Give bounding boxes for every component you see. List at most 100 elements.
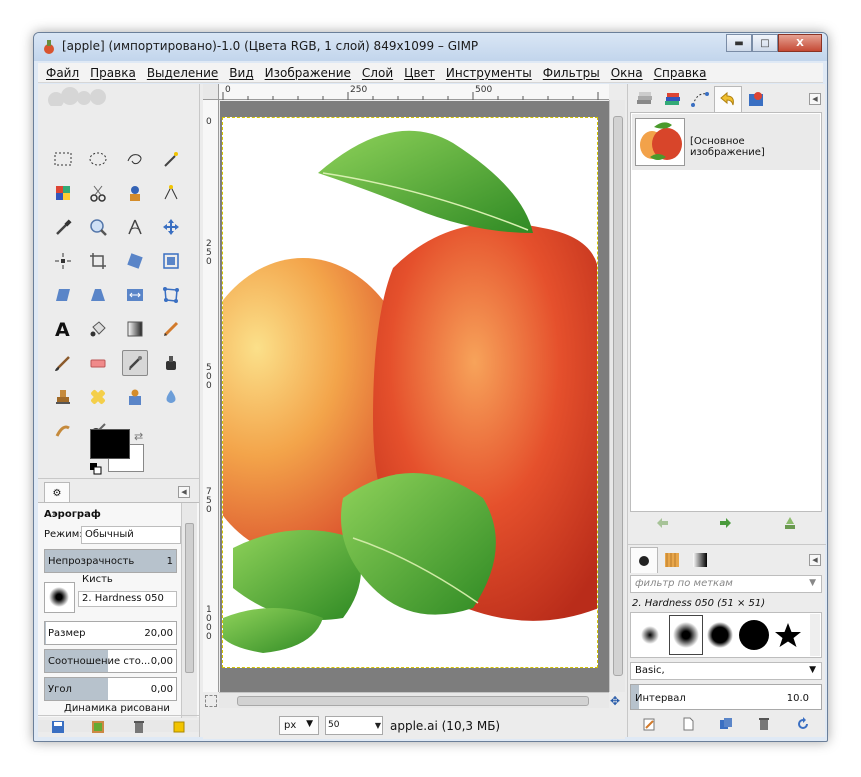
canvas-horizontal-scrollbar[interactable] bbox=[219, 692, 609, 708]
refresh-brushes-icon[interactable] bbox=[795, 716, 811, 732]
undo-history-tab-icon[interactable] bbox=[714, 86, 742, 112]
color-picker-tool-icon[interactable] bbox=[50, 214, 76, 240]
tool-options-scrollbar[interactable] bbox=[181, 503, 197, 718]
brush-item-star[interactable] bbox=[771, 615, 805, 655]
minimize-button[interactable]: ▬ bbox=[726, 34, 752, 52]
vertical-ruler[interactable]: 0 2 5 0 5 0 0 7 5 0 1 0 0 0 bbox=[203, 100, 219, 692]
pencil-tool-icon[interactable] bbox=[158, 316, 184, 342]
menu-select[interactable]: Выделение bbox=[147, 66, 218, 80]
ink-tool-icon[interactable] bbox=[158, 350, 184, 376]
crop-tool-icon[interactable] bbox=[85, 248, 111, 274]
mode-select[interactable]: Обычный bbox=[81, 526, 181, 544]
menu-view[interactable]: Вид bbox=[229, 66, 253, 80]
image-canvas[interactable] bbox=[222, 117, 598, 668]
unit-select[interactable]: px ▼ bbox=[279, 716, 319, 735]
move-tool-icon[interactable] bbox=[158, 214, 184, 240]
menu-layer[interactable]: Слой bbox=[362, 66, 393, 80]
default-colors-icon[interactable] bbox=[90, 463, 102, 475]
rotate-tool-icon[interactable] bbox=[122, 248, 148, 274]
paths-tool-icon[interactable] bbox=[158, 180, 184, 206]
menu-tools[interactable]: Инструменты bbox=[446, 66, 532, 80]
spacing-slider[interactable]: Интервал 10.0 bbox=[630, 684, 822, 710]
zoom-tool-icon[interactable] bbox=[85, 214, 111, 240]
brush-tag-select[interactable]: Basic, ▼ bbox=[630, 662, 822, 680]
canvas-vertical-scrollbar[interactable] bbox=[609, 100, 625, 692]
gradients-tab-icon[interactable] bbox=[686, 547, 714, 573]
foreground-color-swatch-top[interactable] bbox=[90, 429, 130, 459]
tool-options-scroll-thumb[interactable] bbox=[185, 523, 194, 673]
edit-brush-icon[interactable] bbox=[641, 716, 657, 732]
brushes-menu-icon[interactable]: ◀ bbox=[809, 554, 821, 566]
canvas-vscroll-thumb[interactable] bbox=[613, 116, 623, 676]
smudge-tool-icon[interactable] bbox=[50, 418, 76, 444]
brush-name-field[interactable]: 2. Hardness 050 bbox=[78, 591, 177, 607]
brushes-grid[interactable] bbox=[630, 612, 822, 658]
undo-history-list[interactable]: [Основное изображение] bbox=[630, 112, 822, 512]
menu-filters[interactable]: Фильтры bbox=[543, 66, 600, 80]
duplicate-brush-icon[interactable] bbox=[718, 716, 734, 732]
zoom-dropdown-icon[interactable]: ▼ bbox=[373, 716, 383, 735]
ruler-corner-menu[interactable] bbox=[203, 84, 219, 100]
free-select-tool-icon[interactable] bbox=[122, 146, 148, 172]
reset-options-icon[interactable] bbox=[171, 719, 187, 735]
angle-slider[interactable]: Угол 0,00 bbox=[44, 677, 177, 701]
ellipse-select-tool-icon[interactable] bbox=[85, 146, 111, 172]
perspective-clone-tool-icon[interactable] bbox=[122, 384, 148, 410]
measure-tool-icon[interactable] bbox=[122, 214, 148, 240]
brush-item[interactable] bbox=[703, 615, 737, 655]
restore-options-icon[interactable] bbox=[90, 719, 106, 735]
menu-windows[interactable]: Окна bbox=[611, 66, 643, 80]
brush-preview[interactable] bbox=[44, 582, 75, 613]
clear-history-icon[interactable] bbox=[782, 515, 798, 531]
paths-tab-icon[interactable] bbox=[686, 86, 714, 112]
shear-tool-icon[interactable] bbox=[50, 282, 76, 308]
menu-edit[interactable]: Правка bbox=[90, 66, 136, 80]
save-options-icon[interactable] bbox=[50, 719, 66, 735]
size-slider[interactable]: Размер 20,00 bbox=[44, 621, 177, 645]
scale-tool-icon[interactable] bbox=[158, 248, 184, 274]
layers-tab-icon[interactable] bbox=[630, 86, 658, 112]
blur-sharpen-tool-icon[interactable] bbox=[158, 384, 184, 410]
brush-tag-filter[interactable]: фильтр по меткам ▼ bbox=[630, 575, 822, 593]
paintbrush-tool-icon[interactable] bbox=[50, 350, 76, 376]
horizontal-ruler[interactable]: 0 250 500 bbox=[219, 84, 609, 100]
undo-icon[interactable] bbox=[654, 515, 670, 531]
scissors-select-tool-icon[interactable] bbox=[85, 180, 111, 206]
foreground-select-tool-icon[interactable] bbox=[122, 180, 148, 206]
brush-item[interactable] bbox=[737, 615, 771, 655]
history-item[interactable]: [Основное изображение] bbox=[632, 114, 820, 170]
tool-options-menu-icon[interactable]: ◀ bbox=[178, 486, 190, 498]
fuzzy-select-tool-icon[interactable] bbox=[158, 146, 184, 172]
quick-mask-toggle-icon[interactable] bbox=[205, 695, 217, 707]
patterns-tab-icon[interactable] bbox=[658, 547, 686, 573]
redo-icon[interactable] bbox=[718, 515, 734, 531]
menu-help[interactable]: Справка bbox=[654, 66, 707, 80]
brush-item-selected[interactable] bbox=[669, 615, 703, 655]
new-brush-icon[interactable] bbox=[680, 716, 696, 732]
rect-select-tool-icon[interactable] bbox=[50, 146, 76, 172]
blend-tool-icon[interactable] bbox=[122, 316, 148, 342]
clone-tool-icon[interactable] bbox=[50, 384, 76, 410]
menu-file[interactable]: Файл bbox=[46, 66, 79, 80]
select-by-color-tool-icon[interactable] bbox=[50, 180, 76, 206]
delete-options-icon[interactable] bbox=[131, 719, 147, 735]
navigate-icon[interactable]: ✥ bbox=[607, 693, 623, 709]
airbrush-tool-icon[interactable] bbox=[122, 350, 148, 376]
flip-tool-icon[interactable] bbox=[122, 282, 148, 308]
brushes-scrollbar[interactable] bbox=[810, 614, 820, 656]
text-tool-icon[interactable]: A bbox=[50, 316, 76, 342]
opacity-slider[interactable]: Непрозрачность 1 bbox=[44, 549, 177, 573]
canvas-viewport[interactable] bbox=[220, 101, 609, 692]
align-tool-icon[interactable] bbox=[50, 248, 76, 274]
brush-item[interactable] bbox=[633, 615, 667, 655]
bucket-fill-tool-icon[interactable] bbox=[85, 316, 111, 342]
swap-colors-icon[interactable]: ⇄ bbox=[134, 431, 146, 443]
dock-menu-icon[interactable]: ◀ bbox=[809, 93, 821, 105]
menu-colors[interactable]: Цвет bbox=[404, 66, 435, 80]
perspective-tool-icon[interactable] bbox=[85, 282, 111, 308]
canvas-hscroll-thumb[interactable] bbox=[237, 696, 589, 706]
cage-transform-tool-icon[interactable] bbox=[158, 282, 184, 308]
tool-options-tab-icon[interactable]: ⚙ bbox=[44, 482, 70, 504]
menu-image[interactable]: Изображение bbox=[265, 66, 351, 80]
delete-brush-icon[interactable] bbox=[756, 716, 772, 732]
